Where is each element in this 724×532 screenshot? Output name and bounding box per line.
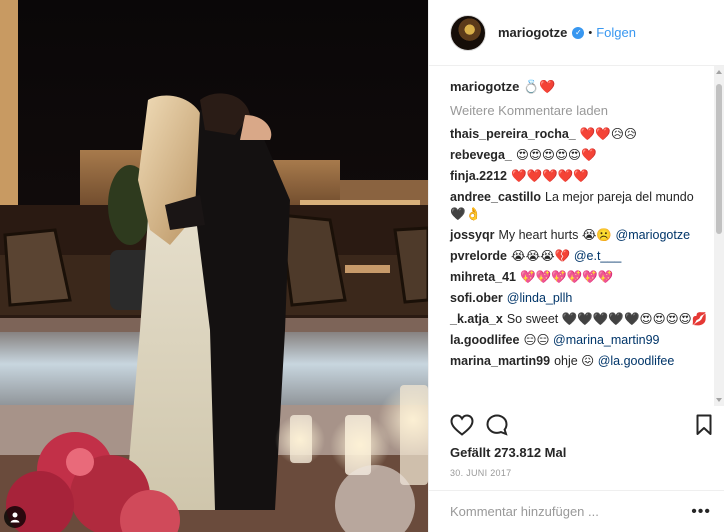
- comment-item: sofi.ober @linda_pllh: [450, 290, 708, 307]
- comment-text: 😑😑: [523, 333, 550, 347]
- comment-username[interactable]: marina_martin99: [450, 354, 550, 368]
- comment-icon[interactable]: [486, 414, 508, 439]
- scroll-down-arrow-icon[interactable]: [716, 398, 722, 402]
- scroll-up-arrow-icon[interactable]: [716, 70, 722, 74]
- comment-mention-link[interactable]: @mariogotze: [616, 228, 691, 242]
- comment-username[interactable]: mihreta_41: [450, 270, 516, 284]
- comment-text: 😭😭😭💔: [510, 249, 571, 263]
- comment-container: thais_pereira_rocha_ ❤️❤️😥😥 rebevega_ 😍😍😍😍😍…: [450, 126, 715, 370]
- add-comment-input[interactable]: Kommentar hinzufügen ...: [450, 504, 599, 519]
- comment-item: la.goodlifee 😑😑 @marina_martin99: [450, 332, 708, 349]
- person-icon[interactable]: [4, 506, 26, 528]
- comment-username[interactable]: sofi.ober: [450, 291, 503, 305]
- caption-text: 💍❤️: [522, 79, 556, 94]
- comment-mention-link[interactable]: @e.t___: [574, 249, 621, 263]
- couple-photo: [0, 0, 428, 532]
- comment-item: andree_castillo La mejor pareja del mundo…: [450, 189, 708, 223]
- post-side-panel: mariogotze ✓ • Folgen mariogotze 💍❤️ Wei…: [428, 0, 724, 532]
- comments-scrollbar[interactable]: [714, 66, 724, 406]
- comment-username[interactable]: finja.2212: [450, 169, 507, 183]
- comments-list[interactable]: mariogotze 💍❤️ Weitere Kommentare laden …: [429, 66, 715, 406]
- bookmark-icon[interactable]: [696, 414, 712, 439]
- likes-count[interactable]: Gefällt 273.812 Mal: [450, 445, 566, 460]
- comment-username[interactable]: pvrelorde: [450, 249, 507, 263]
- comment-text: My heart hurts 😭☹️: [498, 228, 613, 242]
- load-more-comments-link[interactable]: Weitere Kommentare laden: [450, 102, 715, 120]
- comment-item: rebevega_ 😍😍😍😍😍❤️: [450, 147, 708, 164]
- comment-item: thais_pereira_rocha_ ❤️❤️😥😥: [450, 126, 708, 143]
- comment-item: mihreta_41 💖💖💖💖💖💖: [450, 269, 708, 286]
- comment-text: 💖💖💖💖💖💖: [520, 270, 614, 284]
- comment-text: ohje 😖: [554, 354, 595, 368]
- separator-dot: •: [588, 26, 593, 39]
- heart-icon[interactable]: [450, 414, 474, 439]
- comment-item: jossyqr My heart hurts 😭☹️ @mariogotze: [450, 227, 708, 244]
- comment-username[interactable]: jossyqr: [450, 228, 494, 242]
- caption: mariogotze 💍❤️: [450, 78, 715, 96]
- comment-username[interactable]: andree_castillo: [450, 190, 541, 204]
- post-photo[interactable]: [0, 0, 428, 532]
- comment-username[interactable]: thais_pereira_rocha_: [450, 127, 576, 141]
- avatar[interactable]: [450, 14, 486, 51]
- post-date: 30. JUNI 2017: [450, 468, 512, 478]
- comment-text: 😍😍😍😍😍❤️: [515, 148, 597, 162]
- comment-mention-link[interactable]: @marina_martin99: [553, 333, 659, 347]
- comment-username[interactable]: la.goodlifee: [450, 333, 519, 347]
- comment-item: marina_martin99 ohje 😖 @la.goodlifee: [450, 353, 708, 370]
- comment-item: _k.atja_x So sweet 🖤🖤🖤🖤🖤😍😍😍😍💋: [450, 311, 708, 328]
- add-comment-bar: Kommentar hinzufügen ... •••: [429, 490, 724, 532]
- follow-button[interactable]: Folgen: [596, 25, 636, 40]
- header-username[interactable]: mariogotze: [498, 25, 567, 40]
- verified-badge-icon: ✓: [572, 26, 585, 39]
- comment-text: ❤️❤️❤️❤️❤️: [510, 169, 589, 183]
- comment-text: So sweet 🖤🖤🖤🖤🖤😍😍😍😍💋: [506, 312, 708, 326]
- comment-mention-link[interactable]: @la.goodlifee: [598, 354, 675, 368]
- scrollbar-thumb[interactable]: [716, 84, 722, 234]
- comment-username[interactable]: rebevega_: [450, 148, 512, 162]
- caption-username[interactable]: mariogotze: [450, 79, 519, 94]
- comment-item: finja.2212 ❤️❤️❤️❤️❤️: [450, 168, 708, 185]
- post-header: mariogotze ✓ • Folgen: [429, 0, 724, 66]
- comment-username[interactable]: _k.atja_x: [450, 312, 503, 326]
- comment-item: pvrelorde 😭😭😭💔 @e.t___: [450, 248, 708, 265]
- post-actions: [450, 412, 712, 440]
- more-options-icon[interactable]: •••: [691, 503, 711, 521]
- comment-mention-link[interactable]: @linda_pllh: [507, 291, 573, 305]
- comment-text: ❤️❤️😥😥: [579, 127, 637, 141]
